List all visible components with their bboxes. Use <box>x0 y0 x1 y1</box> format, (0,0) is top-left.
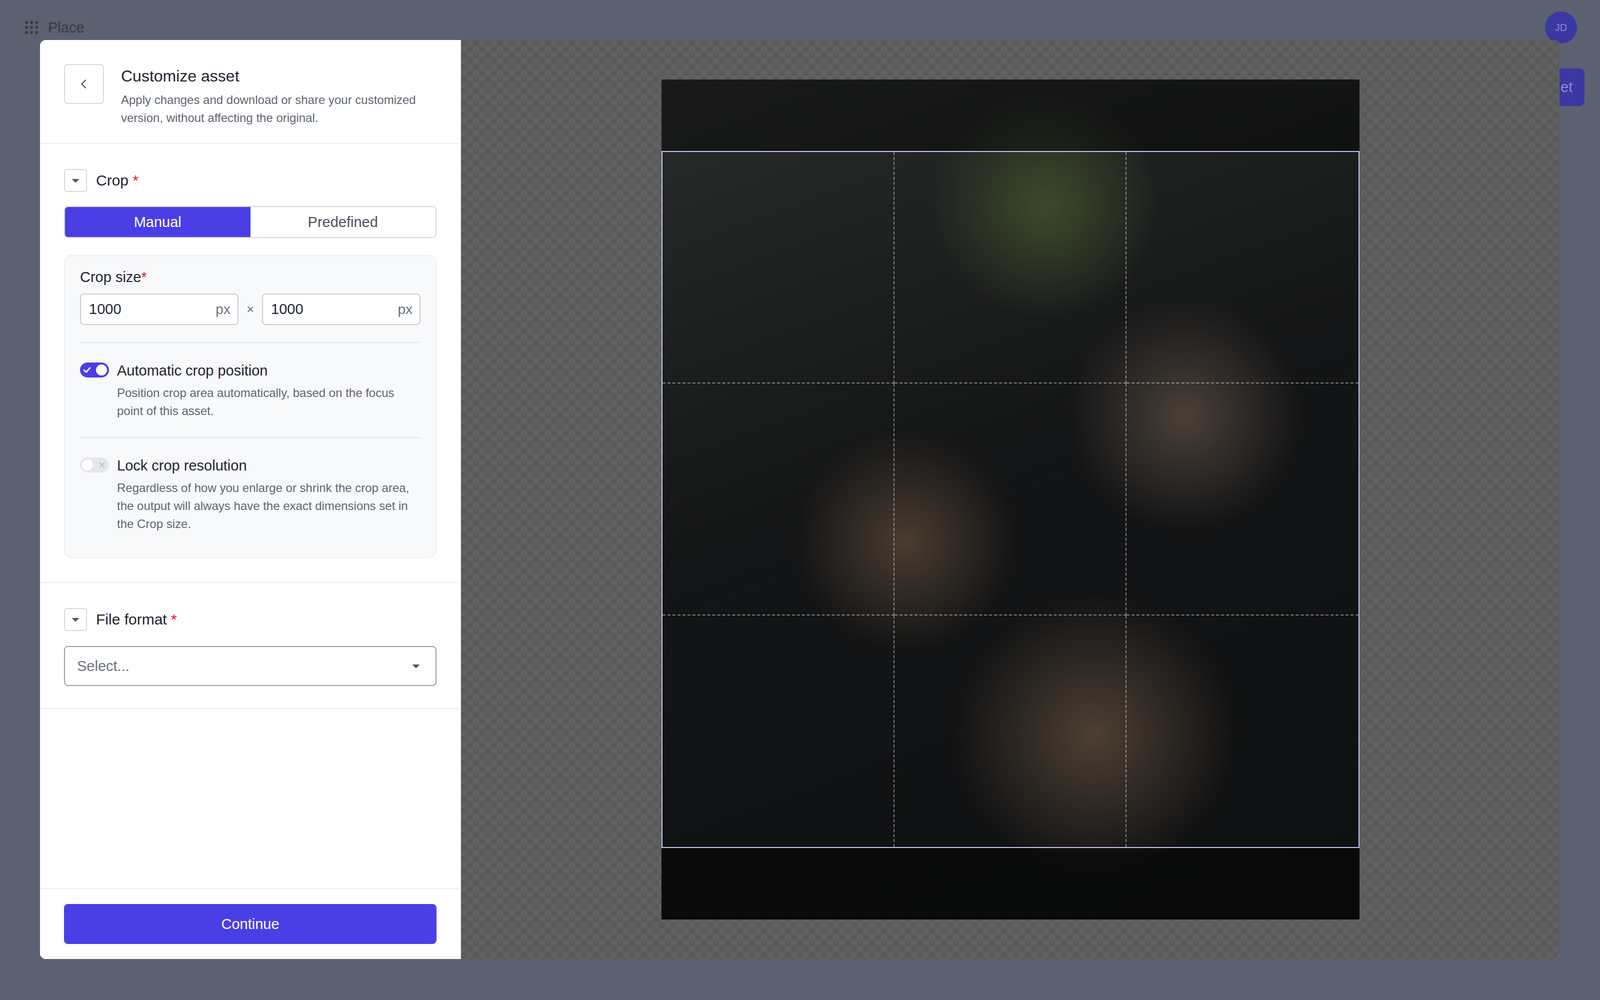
panel-title: Customize asset <box>121 65 437 87</box>
back-button[interactable] <box>64 64 104 104</box>
user-avatar[interactable]: JD <box>1545 11 1577 44</box>
check-icon <box>82 365 92 375</box>
crop-options-card: Crop size* 1000px × 1000px Automatic crop po… <box>64 255 437 558</box>
crop-mode-switch: ManualPredefined <box>64 206 437 238</box>
crop-width-input[interactable]: 1000px <box>80 293 239 325</box>
apps-grid-icon[interactable] <box>24 20 39 35</box>
settings-panel: Customize asset Apply changes and downloa… <box>40 40 461 959</box>
continue-button[interactable]: Continue <box>64 904 437 944</box>
x-icon <box>97 460 107 470</box>
file-format-collapse-button[interactable] <box>64 608 87 631</box>
toggle-label: Automatic crop position <box>117 361 421 380</box>
file-format-label: File format * <box>96 611 177 628</box>
crop-size-label: Crop size* <box>80 269 421 286</box>
crop-mode-option[interactable]: Manual <box>65 207 251 237</box>
panel-footer: Continue <box>40 888 461 959</box>
toggle-label: Lock crop resolution <box>117 456 421 475</box>
asset-photo <box>661 79 1360 920</box>
app-name[interactable]: Place <box>48 19 85 36</box>
file-format-select[interactable]: Select... <box>64 646 437 686</box>
panel-header: Customize asset Apply changes and downloa… <box>40 40 461 144</box>
toggle-switch[interactable] <box>80 457 109 473</box>
toggle-description: Regardless of how you enlarge or shrink … <box>117 479 421 533</box>
crop-preview <box>461 40 1560 959</box>
panel-subtitle: Apply changes and download or share your… <box>121 91 437 127</box>
toggle-description: Position crop area automatically, based … <box>117 384 421 420</box>
background-button: et <box>1559 68 1585 106</box>
crop-label: Crop * <box>96 172 139 189</box>
chevron-left-icon <box>76 76 92 92</box>
crop-height-input[interactable]: 1000px <box>262 293 421 325</box>
crop-section: Crop * ManualPredefined Crop size* 1000px × 1… <box>40 144 461 583</box>
crop-collapse-button[interactable] <box>64 169 87 192</box>
app-screen: Place JD et Customize asset Apply changes an… <box>0 0 1600 1000</box>
toggle-row: Automatic crop position Position crop are… <box>80 343 421 437</box>
outside-crop-shade <box>661 848 1360 920</box>
dropdown-arrow-icon <box>408 658 424 674</box>
crop-area[interactable] <box>661 151 1360 848</box>
toggle-switch[interactable] <box>80 362 109 378</box>
toggle-row: Lock crop resolution Regardless of how yo… <box>80 437 421 550</box>
caret-down-icon <box>68 173 83 188</box>
caret-down-icon <box>68 612 83 627</box>
outside-crop-shade <box>661 79 1360 151</box>
size-separator: × <box>246 301 254 317</box>
file-format-section: File format * Select... <box>40 583 461 709</box>
customize-modal: Customize asset Apply changes and downloa… <box>40 40 1560 959</box>
crop-mode-option[interactable]: Predefined <box>250 207 436 237</box>
